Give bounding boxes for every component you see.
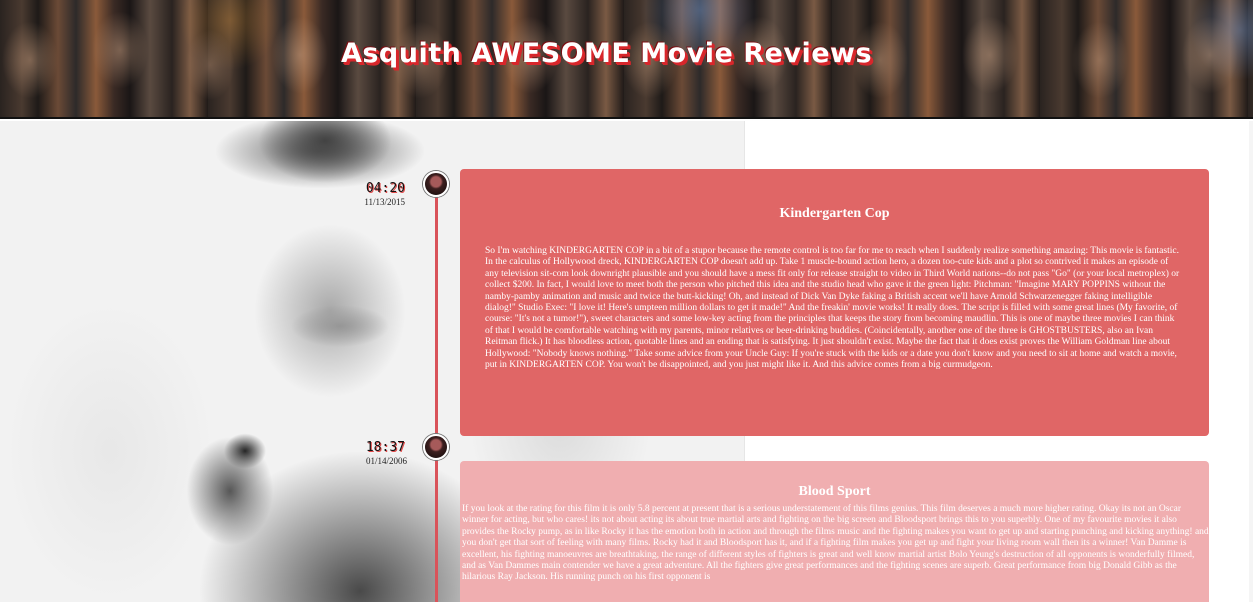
entry-time: 18:37 [365,440,405,455]
site-banner: Asquith AWESOME Movie Reviews [0,0,1253,119]
entry-time: 04:20 [365,181,405,196]
review-body: So I'm watching KINDERGARTEN COP in a bi… [485,246,1180,371]
avatar[interactable] [423,171,449,197]
site-title: Asquith AWESOME Movie Reviews [340,38,873,69]
avatar[interactable] [423,434,449,460]
page-scroll-edge [1249,121,1253,602]
review-title[interactable]: Blood Sport [485,484,1184,500]
review-card: Kindergarten Cop So I'm watching KINDERG… [460,169,1209,436]
entry-date: 11/13/2015 [364,197,405,207]
entry-date: 01/14/2006 [365,456,407,466]
review-card: Blood Sport If you look at the rating fo… [460,461,1209,602]
timeline-line [435,196,438,602]
review-body: If you look at the rating for this film … [462,504,1209,583]
review-title[interactable]: Kindergarten Cop [485,206,1184,222]
